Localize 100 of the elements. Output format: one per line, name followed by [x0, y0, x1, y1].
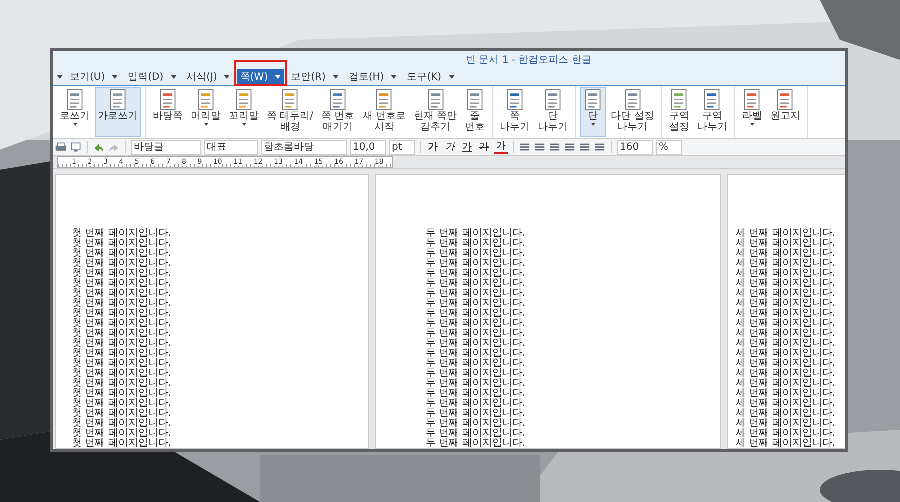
text-line: 세 번째 페이지입니다.: [736, 439, 837, 449]
ribbon-button[interactable]: 로쓰기: [57, 87, 93, 137]
align-icon[interactable]: [519, 142, 531, 152]
text-line: 첫 번째 페이지입니다.: [72, 269, 173, 279]
document-icon: [374, 89, 394, 111]
font-dropdown[interactable]: 함초롬바탕: [261, 140, 347, 154]
text-line: 두 번째 페이지입니다.: [426, 439, 527, 449]
ribbon-button[interactable]: 단 나누기: [535, 87, 572, 137]
text-line: 세 번째 페이지입니다.: [736, 249, 837, 259]
text-line: 첫 번째 페이지입니다.: [72, 279, 173, 289]
text-line: 세 번째 페이지입니다.: [736, 339, 837, 349]
menu-tab[interactable]: 쪽(W): [237, 69, 284, 85]
text-line: 첫 번째 페이지입니다.: [72, 409, 173, 419]
text-line: 두 번째 페이지입니다.: [426, 259, 527, 269]
ribbon-button[interactable]: 줄 번호: [462, 87, 488, 137]
ribbon-button[interactable]: 쪽 번호 매기기: [318, 87, 358, 137]
menu-tab[interactable]: 검토(H): [346, 69, 400, 85]
text-line: 첫 번째 페이지입니다.: [72, 379, 173, 389]
shape-dropdown[interactable]: 대표: [204, 140, 258, 154]
text-line: 첫 번째 페이지입니다.: [72, 309, 173, 319]
menu-tab[interactable]: 보안(R): [288, 69, 342, 85]
menu-tab[interactable]: 입력(D): [125, 69, 180, 85]
text-line: 세 번째 페이지입니다.: [736, 369, 837, 379]
document-icon: [543, 89, 564, 111]
text-line: 두 번째 페이지입니다.: [426, 229, 527, 239]
text-line: 첫 번째 페이지입니다.: [72, 389, 173, 399]
text-line: 첫 번째 페이지입니다.: [72, 339, 173, 349]
text-line: 세 번째 페이지입니다.: [736, 239, 837, 249]
text-line: 세 번째 페이지입니다.: [736, 379, 837, 389]
text-line: 첫 번째 페이지입니다.: [72, 349, 173, 359]
caret-icon[interactable]: [57, 75, 63, 79]
menu-tab[interactable]: 도구(K): [404, 69, 458, 85]
document-icon: [465, 89, 486, 111]
text-line: 첫 번째 페이지입니다.: [72, 329, 173, 339]
caret-icon: [448, 75, 455, 79]
format-button[interactable]: 가: [443, 140, 457, 154]
unit-dropdown[interactable]: pt: [389, 140, 415, 154]
menu-tab[interactable]: 서식(J): [184, 69, 234, 85]
text-line: 두 번째 페이지입니다.: [426, 269, 527, 279]
text-line: 첫 번째 페이지입니다.: [72, 419, 173, 429]
caret-icon: [170, 75, 177, 79]
monitor-icon[interactable]: [70, 142, 82, 152]
text-line: 두 번째 페이지입니다.: [426, 279, 527, 289]
ribbon-button[interactable]: 쪽 테두리/ 배경: [264, 87, 317, 137]
caret-icon: [332, 75, 339, 79]
ribbon-button[interactable]: 바탕쪽: [150, 87, 186, 137]
align-icon[interactable]: [579, 142, 591, 152]
format-button[interactable]: 가: [460, 140, 474, 154]
text-line: 첫 번째 페이지입니다.: [72, 289, 173, 299]
text-line: 두 번째 페이지입니다.: [426, 429, 527, 439]
style-dropdown[interactable]: 바탕글: [131, 140, 201, 154]
text-line: 세 번째 페이지입니다.: [736, 229, 837, 239]
ribbon-button[interactable]: 꼬리말: [226, 87, 262, 137]
document-icon: [108, 89, 128, 111]
text-line: 첫 번째 페이지입니다.: [72, 369, 173, 379]
ribbon-button[interactable]: 원고지: [767, 87, 804, 137]
zoom-field[interactable]: 160: [617, 140, 653, 154]
format-button[interactable]: 가: [426, 140, 440, 154]
text-line: 두 번째 페이지입니다.: [426, 309, 527, 319]
format-button[interactable]: 가: [494, 140, 508, 154]
document-icon: [583, 89, 604, 111]
ribbon-button[interactable]: 머리말: [188, 87, 224, 137]
text-line: 두 번째 페이지입니다.: [426, 349, 527, 359]
text-line: 첫 번째 페이지입니다.: [72, 249, 173, 259]
ribbon-button[interactable]: 가로쓰기: [95, 87, 141, 137]
text-line: 세 번째 페이지입니다.: [736, 329, 837, 339]
text-line: 두 번째 페이지입니다.: [426, 369, 527, 379]
ribbon-button[interactable]: 다단 설정 나누기: [608, 87, 658, 137]
ribbon-button[interactable]: 구역 나누기: [694, 87, 730, 137]
document-icon: [158, 89, 178, 111]
document-icon: [742, 89, 762, 111]
ribbon-button[interactable]: 쪽 나누기: [497, 87, 534, 137]
text-line: 첫 번째 페이지입니다.: [72, 229, 173, 239]
text-line: 첫 번째 페이지입니다.: [72, 319, 173, 329]
caret-icon: [391, 75, 398, 79]
menu-tab[interactable]: 보기(U): [67, 69, 122, 85]
printer-icon[interactable]: [55, 142, 67, 152]
zoom-unit-dropdown[interactable]: %: [656, 140, 682, 154]
undo-icon[interactable]: [93, 142, 105, 152]
document-icon: [196, 89, 216, 111]
ribbon-button[interactable]: 단: [580, 87, 606, 137]
ribbon-button[interactable]: 새 번호로 시작: [360, 87, 409, 137]
document-icon: [669, 89, 690, 111]
text-line: 두 번째 페이지입니다.: [426, 329, 527, 339]
align-icon[interactable]: [594, 142, 606, 152]
text-line: 두 번째 페이지입니다.: [426, 419, 527, 429]
align-icon[interactable]: [549, 142, 561, 152]
document-icon: [280, 89, 300, 111]
text-line: 두 번째 페이지입니다.: [426, 319, 527, 329]
document-icon: [328, 89, 348, 111]
text-line: 세 번째 페이지입니다.: [736, 299, 837, 309]
window-title: 빈 문서 1 - 한컴오피스 한글: [466, 54, 592, 67]
align-icon[interactable]: [534, 142, 546, 152]
caret-icon: [112, 75, 118, 79]
font-size-field[interactable]: 10,0: [350, 140, 386, 154]
ribbon-button[interactable]: 라벨: [739, 87, 766, 137]
ribbon-button[interactable]: 현재 쪽만 감추기: [410, 87, 460, 137]
ribbon-button[interactable]: 구역 설정: [666, 87, 692, 137]
align-icon[interactable]: [564, 142, 576, 152]
format-button[interactable]: 가: [477, 140, 491, 154]
